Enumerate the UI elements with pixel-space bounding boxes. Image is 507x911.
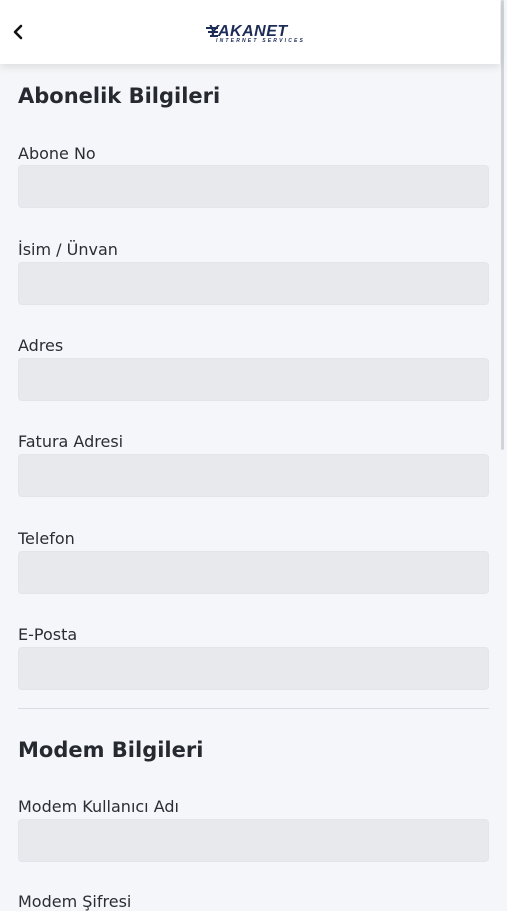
subscription-section-title: Abonelik Bilgileri	[18, 84, 221, 108]
section-divider	[18, 708, 489, 709]
billing-address-field[interactable]	[18, 454, 489, 497]
address-label: Adres	[18, 336, 64, 355]
phone-label: Telefon	[18, 529, 75, 548]
scrollbar[interactable]	[501, 0, 504, 450]
subscriber-no-label: Abone No	[18, 144, 96, 163]
yakanet-logo: YAKANET INTERNET SERVICES	[206, 24, 316, 48]
modem-section-title: Modem Bilgileri	[18, 738, 204, 762]
app-header: YAKANET INTERNET SERVICES	[0, 0, 500, 64]
name-title-label: İsim / Ünvan	[18, 240, 118, 259]
subscriber-no-field[interactable]	[18, 165, 489, 208]
chevron-left-icon	[13, 24, 23, 40]
address-field[interactable]	[18, 358, 489, 401]
modem-username-field[interactable]	[18, 819, 489, 862]
modem-password-label: Modem Şifresi	[18, 892, 132, 911]
modem-username-label: Modem Kullanıcı Adı	[18, 797, 179, 816]
email-label: E-Posta	[18, 625, 78, 644]
logo-subtext: INTERNET SERVICES	[216, 38, 306, 44]
phone-field[interactable]	[18, 551, 489, 594]
back-button[interactable]	[6, 18, 30, 46]
email-field[interactable]	[18, 647, 489, 690]
name-title-field[interactable]	[18, 262, 489, 305]
billing-address-label: Fatura Adresi	[18, 432, 124, 451]
